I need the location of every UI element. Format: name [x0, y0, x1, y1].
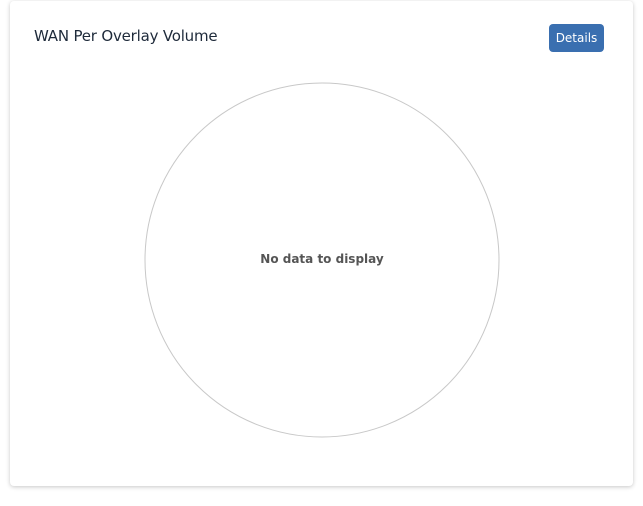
- pie-chart: No data to display: [144, 82, 500, 438]
- no-data-message: No data to display: [260, 252, 384, 266]
- wan-overlay-volume-card: WAN Per Overlay Volume Details No data t…: [10, 1, 633, 486]
- pie-chart-area: No data to display: [10, 1, 633, 486]
